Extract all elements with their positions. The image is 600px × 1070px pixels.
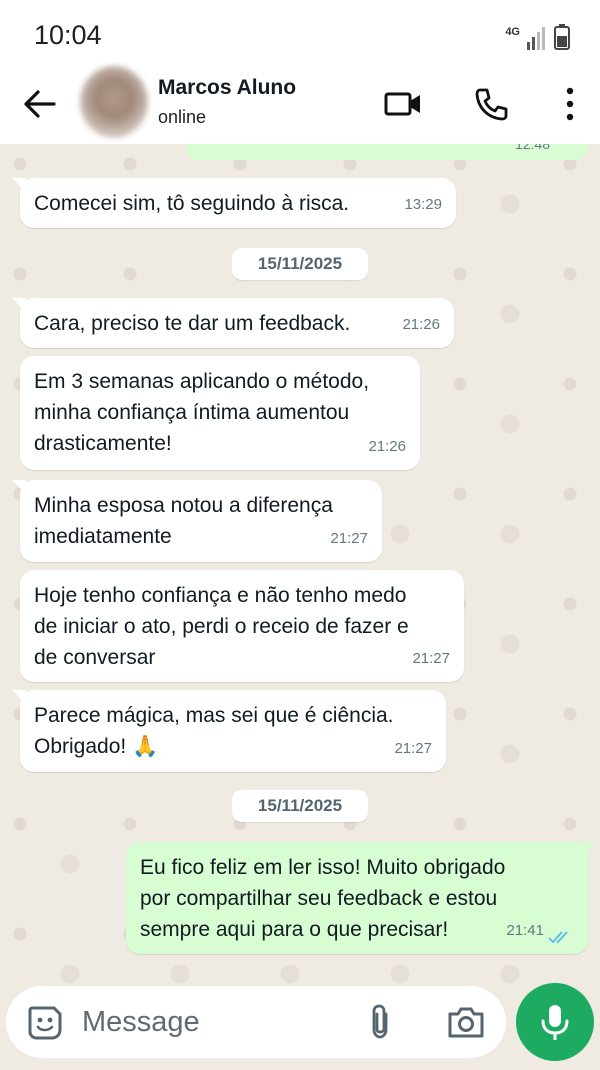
- message-line: drasticamente!: [34, 432, 172, 455]
- message-bubble-incoming[interactable]: Minha esposa notou a diferença imediatam…: [12, 480, 382, 562]
- camera-button[interactable]: [446, 1002, 486, 1042]
- back-arrow-icon: [24, 90, 56, 118]
- message-time: 21:27: [394, 740, 432, 757]
- mic-button[interactable]: [516, 983, 594, 1061]
- contact-status: online: [158, 107, 207, 127]
- message-bubble-incoming[interactable]: Hoje tenho confiança e não tenho medo de…: [20, 570, 464, 682]
- message-input[interactable]: [82, 1002, 332, 1042]
- sticker-button[interactable]: [26, 1004, 64, 1042]
- message-list[interactable]: 12:48 Comecei sim, tô seguindo à risca. …: [0, 144, 600, 984]
- video-call-button[interactable]: [382, 82, 426, 126]
- message-time: 21:26: [402, 316, 440, 333]
- battery-icon: [554, 24, 570, 50]
- sticker-icon: [28, 1006, 62, 1040]
- contact-name[interactable]: Marcos Aluno: [158, 76, 296, 100]
- chat-header: Marcos Aluno online: [0, 66, 600, 144]
- status-icons: 4G: [505, 22, 570, 50]
- message-line: por compartilhar seu feedback e estou: [140, 887, 498, 910]
- avatar[interactable]: [80, 66, 148, 138]
- message-time: 21:26: [368, 438, 406, 455]
- date-separator: 15/11/2025: [232, 248, 368, 280]
- message-text: Comecei sim, tô seguindo à risca.: [34, 192, 350, 215]
- video-call-icon: [384, 92, 420, 116]
- message-bubble-incoming[interactable]: Em 3 semanas aplicando o método, minha c…: [20, 356, 420, 470]
- message-bubble-outgoing[interactable]: Eu fico feliz em ler isso! Muito obrigad…: [126, 842, 596, 954]
- message-time: 12:48: [514, 144, 550, 152]
- message-time: 21:41: [506, 922, 544, 939]
- message-time: 21:27: [412, 650, 450, 667]
- status-bar: 10:04 4G: [0, 0, 600, 66]
- message-line: de conversar: [34, 646, 156, 669]
- status-time: 10:04: [34, 20, 102, 50]
- message-line: Minha esposa notou a diferença: [34, 494, 333, 517]
- phone-icon: [475, 88, 508, 121]
- double-check-icon: [548, 931, 568, 944]
- network-label: 4G: [505, 26, 520, 38]
- back-button[interactable]: [18, 82, 62, 126]
- camera-icon: [448, 1007, 484, 1038]
- message-text: Cara, preciso te dar um feedback.: [34, 312, 351, 335]
- message-time: 21:27: [330, 530, 368, 547]
- attach-icon: [372, 1004, 388, 1039]
- message-bubble-incoming[interactable]: Cara, preciso te dar um feedback. 21:26: [12, 298, 454, 348]
- more-vert-icon: [566, 87, 574, 121]
- message-line: Eu fico feliz em ler isso! Muito obrigad…: [140, 856, 506, 879]
- composer: [6, 986, 506, 1058]
- date-separator: 15/11/2025: [232, 790, 368, 822]
- signal-icon: [527, 27, 545, 50]
- message-bubble-incoming[interactable]: Comecei sim, tô seguindo à risca. 13:29: [12, 178, 456, 228]
- message-time: 13:29: [404, 196, 442, 213]
- message-line: Parece mágica, mas sei que é ciência.: [34, 704, 394, 727]
- message-line: de iniciar o ato, perdi o receio de faze…: [34, 615, 409, 638]
- message-line: minha confiança íntima aumentou: [34, 401, 350, 424]
- message-line: Hoje tenho confiança e não tenho medo: [34, 584, 407, 607]
- message-line: imediatamente: [34, 525, 172, 548]
- mic-icon: [541, 1005, 569, 1040]
- voice-call-button[interactable]: [470, 82, 514, 126]
- attach-button[interactable]: [360, 1002, 400, 1042]
- more-options-button[interactable]: [548, 82, 592, 126]
- message-line: Em 3 semanas aplicando o método,: [34, 370, 370, 393]
- message-line: Obrigado! 🙏: [34, 735, 159, 758]
- message-bubble-incoming[interactable]: Parece mágica, mas sei que é ciência. Ob…: [12, 690, 446, 772]
